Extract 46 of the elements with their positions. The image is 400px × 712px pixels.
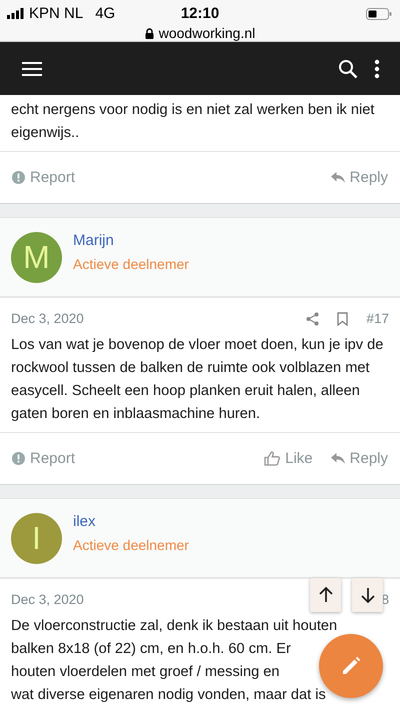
user-avatar[interactable]: M — [11, 232, 62, 282]
text-line: rockwool tussen de balken de ruimte ook volblazen met — [11, 359, 370, 378]
post-date[interactable]: Dec 3, 2020 — [11, 311, 84, 326]
menu-icon[interactable] — [22, 62, 42, 76]
battery-icon — [366, 8, 392, 20]
user-title: Actieve deelnemer — [73, 256, 189, 272]
author-name[interactable]: Marijn — [73, 232, 189, 249]
arrow-down-icon — [360, 587, 374, 603]
reply-icon — [330, 453, 345, 464]
text-line: Los van wat je bovenop de vloer moet doen, kun je ipv de — [11, 336, 384, 355]
user-title: Actieve deelnemer — [73, 537, 189, 553]
carrier-name: KPN NL — [29, 5, 84, 22]
text-line: eigenwijs.. — [11, 124, 80, 143]
reply-link[interactable]: Reply — [330, 450, 388, 467]
network-type: 4G — [95, 5, 116, 22]
bookmark-icon[interactable] — [337, 312, 348, 326]
text-line: balken 8x18 (of 22) cm, en h.o.h. 60 cm. Er — [11, 640, 291, 659]
like-link[interactable]: Like — [264, 450, 313, 467]
post-date[interactable]: Dec 3, 2020 — [11, 592, 84, 607]
report-link[interactable]: Report — [12, 450, 76, 467]
search-icon[interactable] — [338, 58, 358, 78]
text-line: easycell. Scheelt een hoop planken eruit halen, alleen — [11, 382, 360, 401]
alert-icon — [12, 452, 25, 465]
thumbs-up-icon — [264, 451, 280, 466]
lock-icon — [144, 28, 154, 38]
text-line: De vloerconstructie zal, denk ik bestaan uit houten — [11, 617, 338, 636]
scroll-up-button[interactable] — [310, 578, 341, 612]
more-icon[interactable] — [374, 58, 380, 78]
scroll-down-button[interactable] — [352, 578, 383, 612]
user-avatar[interactable]: I — [11, 512, 62, 564]
pencil-icon — [341, 656, 361, 676]
text-line: gaten boren en inblaasmachine huren. — [11, 405, 260, 424]
reply-icon — [330, 172, 345, 183]
alert-icon — [12, 171, 25, 184]
page-url[interactable]: woodworking.nl — [158, 25, 256, 41]
share-icon[interactable] — [306, 312, 320, 326]
arrow-up-icon — [318, 587, 332, 603]
text-line: echt nergens voor nodig is en niet zal werken ben ik niet — [11, 101, 374, 120]
signal-icon — [7, 8, 25, 19]
text-line: wat diverse eigenaren nodig vonden, maar dat is — [11, 686, 326, 705]
author-name[interactable]: ilex — [73, 513, 189, 530]
clock-time: 12:10 — [180, 5, 220, 22]
text-line: houten vloerdelen met groef / messing en — [11, 663, 280, 682]
reply-link[interactable]: Reply — [330, 169, 388, 186]
post-number[interactable]: #17 — [366, 311, 389, 326]
report-link[interactable]: Report — [12, 169, 76, 186]
